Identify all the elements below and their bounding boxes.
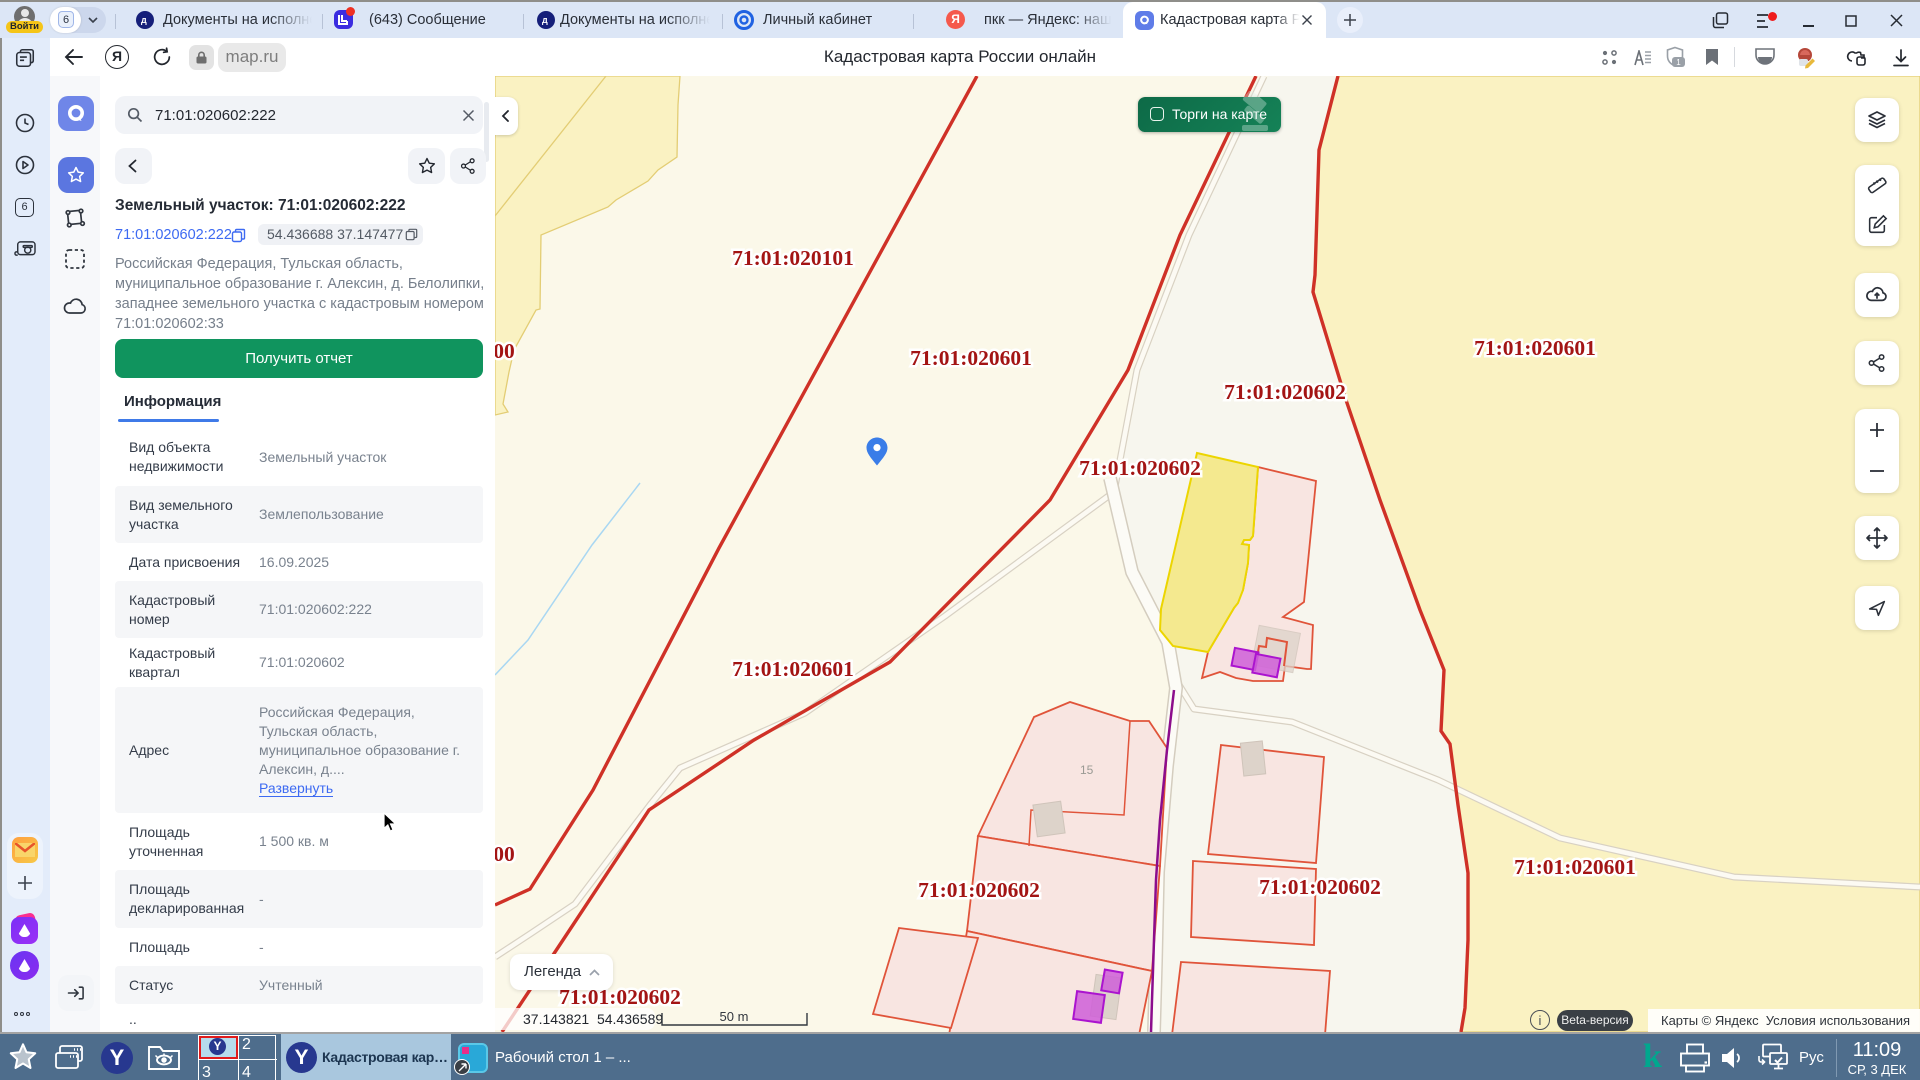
svg-text:71:01:020601: 71:01:020601 <box>1514 855 1636 879</box>
svg-text:71:01:020602: 71:01:020602 <box>1259 875 1381 899</box>
svg-text:1: 1 <box>1676 58 1681 67</box>
svg-text:50 m: 50 m <box>720 1010 749 1024</box>
svg-text:00: 00 <box>495 842 515 866</box>
svg-text:71:01:020101: 71:01:020101 <box>732 246 854 270</box>
svg-text:00: 00 <box>495 339 515 363</box>
svg-text:71:01:020601: 71:01:020601 <box>1474 336 1596 360</box>
svg-text:71:01:020601: 71:01:020601 <box>910 346 1032 370</box>
svg-text:71:01:020602: 71:01:020602 <box>918 878 1040 902</box>
svg-text:71:01:020602: 71:01:020602 <box>1079 456 1201 480</box>
svg-text:71:01:020601: 71:01:020601 <box>732 657 854 681</box>
svg-text:71:01:020602: 71:01:020602 <box>1224 380 1346 404</box>
svg-text:15: 15 <box>1080 763 1094 777</box>
